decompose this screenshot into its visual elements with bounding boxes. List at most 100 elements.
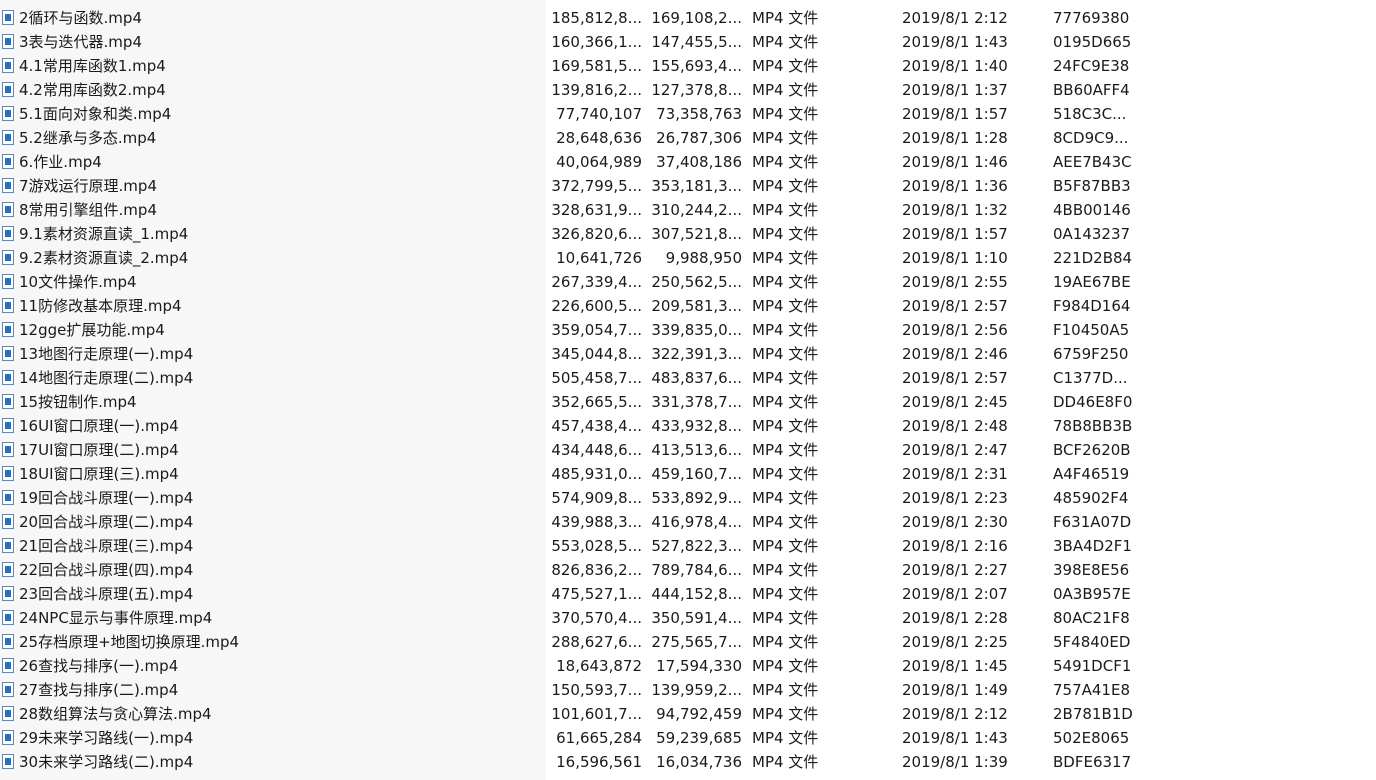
modified-date: 2019/8/1 2:27: [902, 561, 1008, 579]
video-file-icon: [2, 658, 14, 673]
file-name: 7游戏运行原理.mp4: [19, 177, 157, 195]
file-row[interactable]: 27查找与排序(二).mp4 150,593,7... 139,959,2...…: [0, 678, 1376, 702]
modified-date: 2019/8/1 2:16: [902, 537, 1008, 555]
file-type: MP4 文件: [752, 489, 819, 507]
packed-size: 26,787,306: [656, 129, 742, 147]
video-file-icon: [2, 154, 14, 169]
file-type: MP4 文件: [752, 297, 819, 315]
file-type: MP4 文件: [752, 465, 819, 483]
modified-date: 2019/8/1 2:31: [902, 465, 1008, 483]
file-row[interactable]: 11防修改基本原理.mp4 226,600,5... 209,581,3... …: [0, 294, 1376, 318]
file-row[interactable]: 3表与迭代器.mp4 160,366,1... 147,455,5... MP4…: [0, 30, 1376, 54]
file-size: 169,581,5...: [551, 57, 642, 75]
crc-value: AEE7B43C: [1053, 153, 1132, 171]
crc-value: 0A3B957E: [1053, 585, 1131, 603]
modified-date: 2019/8/1 2:57: [902, 369, 1008, 387]
file-type: MP4 文件: [752, 585, 819, 603]
file-row[interactable]: 7游戏运行原理.mp4 372,799,5... 353,181,3... MP…: [0, 174, 1376, 198]
file-type: MP4 文件: [752, 9, 819, 27]
modified-date: 2019/8/1 1:36: [902, 177, 1008, 195]
packed-size: 353,181,3...: [651, 177, 742, 195]
video-file-icon: [2, 178, 14, 193]
crc-value: 485902F4: [1053, 489, 1129, 507]
file-row[interactable]: 19回合战斗原理(一).mp4 574,909,8... 533,892,9..…: [0, 486, 1376, 510]
video-file-icon: [2, 610, 14, 625]
file-row[interactable]: 25存档原理+地图切换原理.mp4 288,627,6... 275,565,7…: [0, 630, 1376, 654]
packed-size: 483,837,6...: [651, 369, 742, 387]
file-size: 267,339,4...: [551, 273, 642, 291]
video-file-icon: [2, 466, 14, 481]
file-name: 19回合战斗原理(一).mp4: [19, 489, 194, 507]
video-file-icon: [2, 586, 14, 601]
modified-date: 2019/8/1 1:39: [902, 753, 1008, 771]
file-row[interactable]: 14地图行走原理(二).mp4 505,458,7... 483,837,6..…: [0, 366, 1376, 390]
file-type: MP4 文件: [752, 513, 819, 531]
file-type: MP4 文件: [752, 57, 819, 75]
file-row[interactable]: 30未来学习路线(二).mp4 16,596,561 16,034,736 MP…: [0, 750, 1376, 774]
crc-value: 0195D665: [1053, 33, 1132, 51]
video-file-icon: [2, 34, 14, 49]
file-row[interactable]: 29未来学习路线(一).mp4 61,665,284 59,239,685 MP…: [0, 726, 1376, 750]
file-row[interactable]: 10文件操作.mp4 267,339,4... 250,562,5... MP4…: [0, 270, 1376, 294]
file-name: 26查找与排序(一).mp4: [19, 657, 179, 675]
file-name: 24NPC显示与事件原理.mp4: [19, 609, 213, 627]
file-row[interactable]: 28数组算法与贪心算法.mp4 101,601,7... 94,792,459 …: [0, 702, 1376, 726]
packed-size: 17,594,330: [656, 657, 742, 675]
file-name: 14地图行走原理(二).mp4: [19, 369, 194, 387]
file-row[interactable]: 9.2素材资源直读_2.mp4 10,641,726 9,988,950 MP4…: [0, 246, 1376, 270]
file-row[interactable]: 22回合战斗原理(四).mp4 826,836,2... 789,784,6..…: [0, 558, 1376, 582]
file-name: 9.1素材资源直读_1.mp4: [19, 225, 189, 243]
file-row[interactable]: 5.2继承与多态.mp4 28,648,636 26,787,306 MP4 文…: [0, 126, 1376, 150]
crc-value: 221D2B84: [1053, 249, 1133, 267]
file-name: 13地图行走原理(一).mp4: [19, 345, 194, 363]
packed-size: 339,835,0...: [651, 321, 742, 339]
packed-size: 533,892,9...: [651, 489, 742, 507]
video-file-icon: [2, 226, 14, 241]
file-name: 22回合战斗原理(四).mp4: [19, 561, 194, 579]
file-row[interactable]: 2循环与函数.mp4 185,812,8... 169,108,2... MP4…: [0, 6, 1376, 30]
modified-date: 2019/8/1 1:45: [902, 657, 1008, 675]
video-file-icon: [2, 394, 14, 409]
video-file-icon: [2, 706, 14, 721]
file-row[interactable]: 8常用引擎组件.mp4 328,631,9... 310,244,2... MP…: [0, 198, 1376, 222]
file-list[interactable]: 2循环与函数.mp4 185,812,8... 169,108,2... MP4…: [0, 6, 1376, 774]
file-row[interactable]: 13地图行走原理(一).mp4 345,044,8... 322,391,3..…: [0, 342, 1376, 366]
file-size: 10,641,726: [556, 249, 642, 267]
packed-size: 9,988,950: [665, 249, 742, 267]
video-file-icon: [2, 562, 14, 577]
file-size: 18,643,872: [556, 657, 642, 675]
file-size: 553,028,5...: [551, 537, 642, 555]
crc-value: DD46E8F0: [1053, 393, 1133, 411]
packed-size: 139,959,2...: [651, 681, 742, 699]
packed-size: 155,693,4...: [651, 57, 742, 75]
crc-value: F984D164: [1053, 297, 1131, 315]
file-row[interactable]: 12gge扩展功能.mp4 359,054,7... 339,835,0... …: [0, 318, 1376, 342]
file-row[interactable]: 16UI窗口原理(一).mp4 457,438,4... 433,932,8..…: [0, 414, 1376, 438]
file-name: 28数组算法与贪心算法.mp4: [19, 705, 212, 723]
file-row[interactable]: 18UI窗口原理(三).mp4 485,931,0... 459,160,7..…: [0, 462, 1376, 486]
file-row[interactable]: 4.1常用库函数1.mp4 169,581,5... 155,693,4... …: [0, 54, 1376, 78]
file-size: 61,665,284: [556, 729, 642, 747]
file-row[interactable]: 26查找与排序(一).mp4 18,643,872 17,594,330 MP4…: [0, 654, 1376, 678]
modified-date: 2019/8/1 1:10: [902, 249, 1008, 267]
modified-date: 2019/8/1 2:46: [902, 345, 1008, 363]
file-row[interactable]: 23回合战斗原理(五).mp4 475,527,1... 444,152,8..…: [0, 582, 1376, 606]
file-row[interactable]: 17UI窗口原理(二).mp4 434,448,6... 413,513,6..…: [0, 438, 1376, 462]
file-name: 4.1常用库函数1.mp4: [19, 57, 166, 75]
file-row[interactable]: 21回合战斗原理(三).mp4 553,028,5... 527,822,3..…: [0, 534, 1376, 558]
file-name: 9.2素材资源直读_2.mp4: [19, 249, 189, 267]
file-size: 457,438,4...: [551, 417, 642, 435]
file-row[interactable]: 4.2常用库函数2.mp4 139,816,2... 127,378,8... …: [0, 78, 1376, 102]
file-name: 30未来学习路线(二).mp4: [19, 753, 194, 771]
file-row[interactable]: 9.1素材资源直读_1.mp4 326,820,6... 307,521,8..…: [0, 222, 1376, 246]
file-row[interactable]: 20回合战斗原理(二).mp4 439,988,3... 416,978,4..…: [0, 510, 1376, 534]
file-row[interactable]: 15按钮制作.mp4 352,665,5... 331,378,7... MP4…: [0, 390, 1376, 414]
file-type: MP4 文件: [752, 273, 819, 291]
crc-value: 8CD9C9...: [1053, 129, 1129, 147]
file-row[interactable]: 24NPC显示与事件原理.mp4 370,570,4... 350,591,4.…: [0, 606, 1376, 630]
crc-value: 518C3C...: [1053, 105, 1127, 123]
file-size: 288,627,6...: [551, 633, 642, 651]
file-row[interactable]: 6.作业.mp4 40,064,989 37,408,186 MP4 文件 20…: [0, 150, 1376, 174]
file-row[interactable]: 5.1面向对象和类.mp4 77,740,107 73,358,763 MP4 …: [0, 102, 1376, 126]
file-type: MP4 文件: [752, 153, 819, 171]
